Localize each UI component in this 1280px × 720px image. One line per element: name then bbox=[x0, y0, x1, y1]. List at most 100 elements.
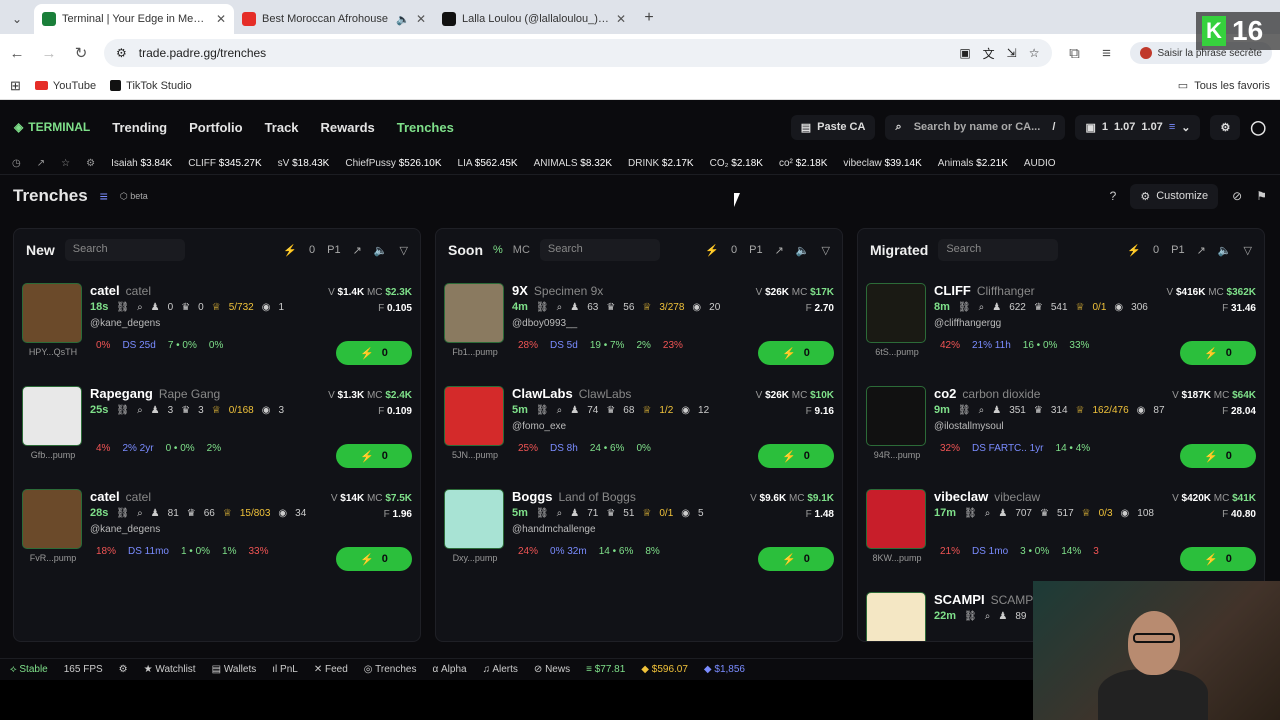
token-avatar[interactable] bbox=[444, 283, 504, 343]
link-icon[interactable]: ⛓ bbox=[536, 508, 549, 519]
ticker-item[interactable]: LIA $562.45K bbox=[458, 158, 518, 169]
sound-icon[interactable]: 🔈 bbox=[1218, 244, 1232, 257]
filter-icon[interactable]: ▽ bbox=[1244, 244, 1252, 257]
search-icon[interactable]: ⌕ bbox=[979, 405, 985, 416]
all-favorites[interactable]: ▭ Tous les favoris bbox=[1178, 79, 1270, 93]
wallet-balance-button[interactable]: ▣ 1 1.07 1.07 ≡ ⌄ bbox=[1075, 114, 1201, 140]
chart-icon[interactable]: ↗ bbox=[37, 158, 45, 169]
footer-alerts[interactable]: ♫ Alerts bbox=[483, 664, 518, 675]
quickbuy-amount[interactable]: 0 bbox=[309, 244, 315, 256]
filter-icon[interactable]: ▽ bbox=[822, 244, 830, 257]
link-icon[interactable]: ⛓ bbox=[964, 611, 977, 622]
mc-toggle[interactable]: MC bbox=[513, 244, 530, 256]
nav-trending[interactable]: Trending bbox=[112, 120, 167, 135]
bookmark-star-icon[interactable]: ☆ bbox=[1029, 46, 1040, 60]
hide-icon[interactable]: ⊘ bbox=[1232, 189, 1242, 203]
beta-badge[interactable]: ⬡ beta bbox=[120, 191, 148, 202]
token-avatar[interactable] bbox=[866, 386, 926, 446]
ticker-item[interactable]: DRINK $2.17K bbox=[628, 158, 694, 169]
token-avatar[interactable] bbox=[866, 592, 926, 641]
solana-filter-icon[interactable]: ≡ bbox=[100, 188, 108, 204]
url-field[interactable]: ⚙ trade.padre.gg/trenches ▣ 文 ⇲ ☆ bbox=[104, 39, 1052, 67]
tab-search-icon[interactable]: ⌄ bbox=[0, 12, 34, 34]
token-address[interactable]: HPY...QsTH bbox=[20, 347, 86, 357]
customize-button[interactable]: ⚙ Customize bbox=[1130, 183, 1219, 209]
nav-track[interactable]: Track bbox=[265, 120, 299, 135]
percent-toggle[interactable]: % bbox=[493, 244, 503, 256]
new-tab-icon[interactable]: + bbox=[634, 9, 664, 34]
browser-tab-tiktok[interactable]: Lalla Loulou (@lallaloulou_) est ✕ bbox=[434, 4, 634, 34]
footer-trenches[interactable]: ◎ Trenches bbox=[364, 664, 417, 675]
ticker-item[interactable]: Isaiah $3.84K bbox=[111, 158, 172, 169]
global-search-input[interactable]: ⌕ Search by name or CA... / bbox=[885, 114, 1066, 140]
search-icon[interactable]: ⌕ bbox=[137, 302, 143, 313]
help-icon[interactable]: ? bbox=[1110, 189, 1117, 203]
column-search-input[interactable]: Search bbox=[64, 239, 185, 261]
token-address[interactable]: Dxy...pump bbox=[442, 553, 508, 563]
settings-button[interactable]: ⚙ bbox=[1210, 114, 1241, 140]
translate-icon[interactable]: 文 bbox=[983, 45, 995, 62]
column-search-input[interactable]: Search bbox=[938, 239, 1059, 261]
ticker-item[interactable]: ANIMALS $8.32K bbox=[534, 158, 612, 169]
ticker-item[interactable]: CLIFF $345.27K bbox=[188, 158, 261, 169]
creator-handle[interactable]: @handmchallenge bbox=[512, 524, 596, 535]
token-avatar[interactable] bbox=[444, 489, 504, 549]
search-icon[interactable]: ⌕ bbox=[557, 302, 563, 313]
token-card[interactable]: 6tS...pump CLIFF Cliffhanger 8m ⛓ ⌕ ♟ 622 … bbox=[858, 271, 1264, 374]
link-icon[interactable]: ⛓ bbox=[116, 508, 129, 519]
token-card[interactable]: 94R...pump co2 carbon dioxide 9m ⛓ ⌕ ♟ 351… bbox=[858, 374, 1264, 477]
token-avatar[interactable] bbox=[866, 283, 926, 343]
back-icon[interactable]: ← bbox=[8, 45, 26, 62]
history-icon[interactable]: ◷ bbox=[12, 158, 21, 169]
apps-grid-icon[interactable]: ⊞ bbox=[10, 78, 21, 94]
quick-buy-button[interactable]: ⚡ 0 bbox=[1180, 547, 1256, 571]
chart-icon[interactable]: ↗ bbox=[353, 244, 362, 257]
reload-icon[interactable]: ↻ bbox=[72, 44, 90, 62]
quick-buy-button[interactable]: ⚡ 0 bbox=[758, 444, 834, 468]
chart-icon[interactable]: ↗ bbox=[1197, 244, 1206, 257]
nav-trenches[interactable]: Trenches bbox=[397, 120, 454, 135]
browser-tab-terminal[interactable]: Terminal | Your Edge in Memec ✕ bbox=[34, 4, 234, 34]
quickbuy-amount[interactable]: 0 bbox=[731, 244, 737, 256]
media-icon[interactable]: ≡ bbox=[1098, 45, 1116, 62]
token-card[interactable]: Gfb...pump Rapegang Rape Gang 25s ⛓ ⌕ ♟ 3 … bbox=[14, 374, 420, 477]
footer-wallets[interactable]: ▤ Wallets bbox=[212, 664, 257, 675]
bookmark-icon[interactable]: ⚑ bbox=[1256, 189, 1267, 203]
footer-alpha[interactable]: α Alpha bbox=[432, 664, 466, 675]
install-icon[interactable]: ⇲ bbox=[1007, 46, 1017, 60]
ticker-item[interactable]: sV $18.43K bbox=[278, 158, 330, 169]
search-icon[interactable]: ⌕ bbox=[557, 405, 563, 416]
search-icon[interactable]: ⌕ bbox=[979, 302, 985, 313]
search-icon[interactable]: ⌕ bbox=[137, 405, 143, 416]
footer-settings-icon[interactable]: ⚙ bbox=[119, 664, 128, 675]
token-card[interactable]: 8KW...pump vibeclaw vibeclaw 17m ⛓ ⌕ ♟ 707… bbox=[858, 477, 1264, 580]
link-icon[interactable]: ⛓ bbox=[536, 405, 549, 416]
browser-tab-music[interactable]: Best Moroccan Afrohouse 🔈 ✕ bbox=[234, 4, 434, 34]
preset-selector[interactable]: P1 bbox=[327, 244, 340, 256]
quickbuy-icon[interactable]: ⚡ bbox=[283, 244, 297, 257]
link-icon[interactable]: ⛓ bbox=[958, 302, 971, 313]
token-card[interactable]: 5JN...pump ClawLabs ClawLabs 5m ⛓ ⌕ ♟ 74 ♛… bbox=[436, 374, 842, 477]
site-info-icon[interactable]: ⚙ bbox=[116, 46, 127, 60]
footer-news[interactable]: ⊘ News bbox=[534, 664, 570, 675]
creator-handle[interactable]: @kane_degens bbox=[90, 318, 160, 329]
footer-feed[interactable]: ✕ Feed bbox=[314, 664, 348, 675]
token-avatar[interactable] bbox=[866, 489, 926, 549]
search-icon[interactable]: ⌕ bbox=[137, 508, 143, 519]
token-card[interactable]: Dxy...pump Boggs Land of Boggs 5m ⛓ ⌕ ♟ 71… bbox=[436, 477, 842, 580]
quickbuy-icon[interactable]: ⚡ bbox=[1127, 244, 1141, 257]
token-avatar[interactable] bbox=[444, 386, 504, 446]
search-icon[interactable]: ⌕ bbox=[557, 508, 563, 519]
terminal-logo[interactable]: ◈ TERMINAL bbox=[14, 120, 90, 134]
ticker-item[interactable]: CO₂ $2.18K bbox=[710, 158, 763, 169]
token-avatar[interactable] bbox=[22, 489, 82, 549]
quick-buy-button[interactable]: ⚡ 0 bbox=[758, 341, 834, 365]
ticker-settings-icon[interactable]: ⚙ bbox=[86, 158, 95, 169]
creator-handle[interactable]: @ilostallmysoul bbox=[934, 421, 1004, 432]
creator-handle[interactable]: @fomo_exe bbox=[512, 421, 566, 432]
quickbuy-icon[interactable]: ⚡ bbox=[705, 244, 719, 257]
quick-buy-button[interactable]: ⚡ 0 bbox=[758, 547, 834, 571]
forward-icon[interactable]: → bbox=[40, 45, 58, 62]
link-icon[interactable]: ⛓ bbox=[958, 405, 971, 416]
token-address[interactable]: 8KW...pump bbox=[864, 553, 930, 563]
